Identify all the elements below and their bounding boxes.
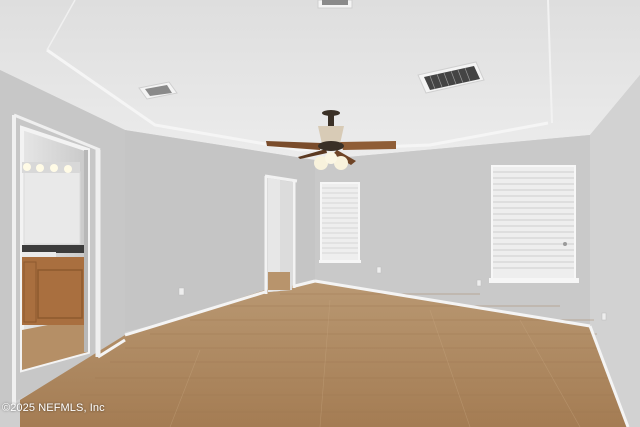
bathroom-mirror: [23, 171, 81, 245]
window-blinds-icon[interactable]: [319, 182, 361, 263]
watermark-text: ©2025 NEFMLS, Inc: [2, 402, 105, 414]
power-outlet-icon: [476, 279, 482, 287]
room-illustration: [0, 0, 640, 427]
window-blinds-icon[interactable]: [489, 165, 579, 283]
room-photo: ©2025 NEFMLS, Inc: [0, 0, 640, 427]
power-outlet-icon: [601, 312, 607, 321]
vanity-cabinet: [22, 257, 84, 325]
vanity-light-icon: [22, 162, 80, 173]
power-outlet-icon: [178, 287, 185, 296]
power-outlet-icon: [376, 266, 382, 274]
air-vent-icon: [317, 0, 353, 9]
